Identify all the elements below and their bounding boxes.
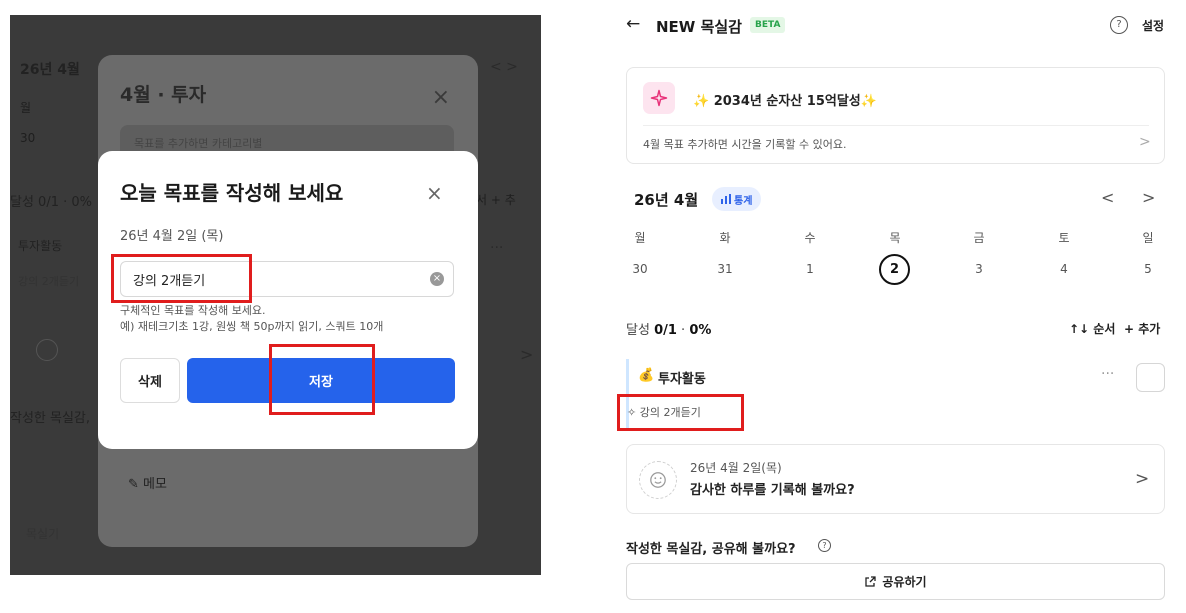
dialog-help-text: 구체적인 목표를 작성해 보세요. — [120, 304, 266, 317]
calendar-day[interactable]: 3 — [964, 262, 994, 276]
weekday-sat: 토 — [1058, 231, 1070, 245]
bg-diary-face-icon — [36, 339, 58, 361]
external-link-icon — [865, 575, 877, 587]
diary-date: 26년 4월 2일(목) — [690, 461, 782, 475]
calendar-day-today[interactable]: 2 — [879, 254, 910, 285]
calendar-day[interactable]: 5 — [1133, 262, 1163, 276]
goal-dialog: 오늘 목표를 작성해 보세요 × 26년 4월 2일 (목) 강의 2개듣기 ×… — [98, 151, 478, 449]
info-icon[interactable]: ? — [818, 539, 831, 552]
achievement-separator: · — [681, 323, 686, 338]
bg-month-label: 26년 4월 — [20, 62, 80, 78]
calendar-day[interactable]: 31 — [710, 262, 740, 276]
share-question: 작성한 목실감, 공유해 볼까요? — [626, 542, 796, 557]
category-checkbox[interactable] — [1136, 363, 1165, 392]
bg-share-question: 작성한 목실감, — [10, 411, 91, 426]
share-button[interactable]: 공유하기 — [626, 563, 1165, 600]
calendar-month: 26년 4월 — [634, 191, 699, 209]
dialog-title: 오늘 목표를 작성해 보세요 — [120, 181, 344, 205]
goal-item-label: 강의 2개듣기 — [639, 406, 701, 419]
category-name: 투자활동 — [658, 372, 706, 387]
bg-category: 투자활동 — [18, 239, 63, 253]
bg-achievement: 달성 0/1 · 0% — [10, 195, 92, 210]
more-icon[interactable]: ··· — [1101, 366, 1114, 382]
weekday-mon: 월 — [634, 231, 646, 245]
stats-button[interactable]: 통계 — [712, 187, 762, 211]
delete-button[interactable]: 삭제 — [120, 358, 180, 403]
page-title: NEW 목실감 — [656, 18, 742, 36]
settings-button[interactable]: 설정 — [1142, 17, 1164, 34]
background-modal-title: 4월 · 투자 — [120, 84, 207, 106]
share-button-label: 공유하기 — [882, 575, 927, 589]
achievement-summary: 달성 0/1 · 0% — [626, 319, 711, 338]
weekday-wed: 수 — [804, 231, 816, 245]
monthly-goal-hint: 4월 목표 추가하면 시간을 기록할 수 있어요. — [643, 138, 847, 151]
weekday-fri: 금 — [973, 231, 985, 245]
bg-goal: 강의 2개듣기 — [18, 275, 80, 288]
diary-prompt: 감사한 하루를 기록해 볼까요? — [690, 483, 855, 498]
achievement-count: 0/1 — [654, 323, 677, 338]
beta-badge: BETA — [750, 17, 786, 33]
money-bag-icon: 💰 — [638, 368, 655, 383]
weekday-thu: 목 — [889, 231, 901, 245]
goal-input[interactable]: 강의 2개듣기 — [120, 261, 454, 297]
help-icon[interactable]: ? — [1110, 16, 1128, 34]
weekday-tue: 화 — [719, 231, 731, 245]
weekday-sun: 일 — [1142, 231, 1154, 245]
bg-day: 30 — [20, 131, 36, 145]
yearly-goal-text: ✨ 2034년 순자산 15억달성✨ — [693, 94, 877, 109]
bar-chart-icon — [721, 194, 731, 204]
left-panel: 26년 4월 < > 월 30 달성 0/1 · 0% 순서 + 추 투자활동 … — [10, 15, 541, 575]
dialog-date: 26년 4월 2일 (목) — [120, 229, 224, 244]
calendar-day[interactable]: 30 — [625, 262, 655, 276]
memo-label: 메모 — [143, 477, 167, 492]
calendar-day[interactable]: 4 — [1049, 262, 1079, 276]
save-button[interactable]: 저장 — [187, 358, 455, 403]
stats-label: 통계 — [734, 195, 753, 207]
goal-item[interactable]: ✧ 강의 2개듣기 — [627, 404, 701, 420]
achievement-label: 달성 — [626, 323, 650, 338]
reorder-button[interactable]: ↑↓ 순서 — [1069, 320, 1115, 337]
clear-input-icon[interactable]: × — [430, 272, 444, 286]
bg-mil-label: 목실기 — [26, 527, 60, 541]
divider — [643, 125, 1149, 126]
screenshot-root: 26년 4월 < > 월 30 달성 0/1 · 0% 순서 + 추 투자활동 … — [0, 0, 1186, 613]
background-modal-close-icon: × — [431, 85, 450, 110]
add-button[interactable]: + 추가 — [1124, 320, 1160, 337]
bg-more-icon: ··· — [490, 240, 504, 256]
prev-month-button[interactable]: < — [1101, 188, 1114, 207]
bg-weekday: 월 — [20, 101, 32, 115]
background-modal-memo: ✎ 메모 — [128, 477, 167, 492]
gratitude-diary-card[interactable]: 26년 4월 2일(목) 감사한 하루를 기록해 볼까요? > — [626, 444, 1165, 514]
next-month-button[interactable]: > — [1142, 188, 1155, 207]
bg-chevron-icon: > — [520, 345, 534, 364]
close-icon[interactable]: × — [426, 181, 443, 205]
chevron-right-icon: > — [1135, 469, 1150, 489]
smile-face-icon — [639, 461, 677, 499]
calendar-day[interactable]: 1 — [795, 262, 825, 276]
back-arrow-icon[interactable]: ← — [626, 14, 640, 34]
yearly-goal-card[interactable]: ✨ 2034년 순자산 15억달성✨ 4월 목표 추가하면 시간을 기록할 수 … — [626, 67, 1165, 164]
achievement-percent: 0% — [689, 323, 712, 338]
goal-diamond-icon: ✧ — [627, 406, 637, 419]
bg-nav-arrows: < > — [490, 59, 518, 75]
dialog-example-text: 예) 재테크기초 1강, 원씽 책 50p까지 읽기, 스쿼트 10개 — [120, 320, 384, 333]
sparkle-icon — [643, 82, 675, 114]
chevron-right-icon: > — [1139, 134, 1151, 150]
